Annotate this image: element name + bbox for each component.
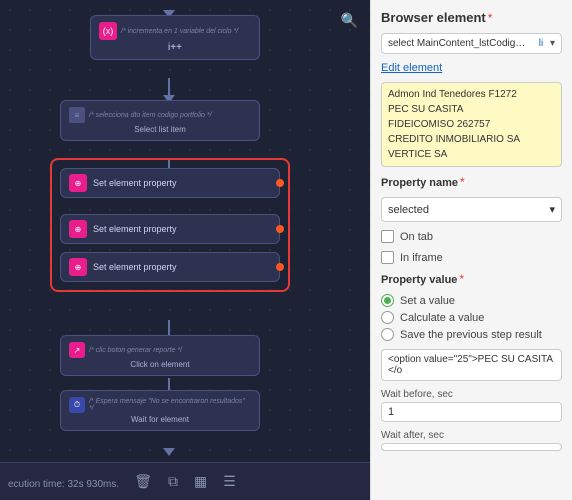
on-tab-checkbox[interactable] <box>381 230 394 243</box>
radio-set-value-btn[interactable] <box>381 294 394 307</box>
radio-calculate[interactable]: Calculate a value <box>381 311 562 324</box>
click-icon: ↗ <box>69 342 85 358</box>
in-iframe-row[interactable]: In iframe <box>381 251 562 264</box>
node-area: 🔍 (x) /* incrementa en 1 variable del ci… <box>0 0 370 462</box>
dot-right-2 <box>276 225 284 233</box>
wait-before-label: Wait before, sec <box>381 389 562 400</box>
set-icon-3: ⊕ <box>69 258 87 276</box>
copy-icon[interactable]: ⧉ <box>168 473 178 490</box>
dot-right-3 <box>276 263 284 271</box>
node-click-element[interactable]: ↗ /* clic boton generar reporte */ Click… <box>60 335 260 376</box>
select-comment: /* selecciona dto item codigo portfolio … <box>89 112 212 119</box>
property-name-label: Property name <box>381 177 458 189</box>
wait-label: Wait for element <box>69 415 251 424</box>
in-iframe-checkbox[interactable] <box>381 251 394 264</box>
wait-after-label: Wait after, sec <box>381 430 562 441</box>
group-icon[interactable]: ▦ <box>194 473 207 490</box>
title-asterisk: * <box>488 11 493 25</box>
in-iframe-label: In iframe <box>400 252 443 264</box>
edit-element-link[interactable]: Edit element <box>381 62 562 74</box>
list-item-0: Admon Ind Tenedores F1272 <box>388 87 555 102</box>
radio-set-value-label: Set a value <box>400 295 455 307</box>
select-list-label: Select list item <box>69 125 251 134</box>
element-select-value: select MainContent_lstCodigo_Port <box>388 38 528 49</box>
node-set-property-3[interactable]: ⊕ Set element property <box>60 252 280 282</box>
increment-code: i++ <box>99 42 251 53</box>
right-panel: Browser element * select MainContent_lst… <box>370 0 572 500</box>
increment-comment: /* incrementa en 1 variable del ciclo */ <box>121 28 238 35</box>
delete-icon[interactable]: 🗑 <box>134 473 152 490</box>
wait-before-input[interactable]: 1 <box>381 402 562 422</box>
increment-icon: (x) <box>99 22 117 40</box>
wait-after-section: Wait after, sec <box>381 430 562 451</box>
property-asterisk: * <box>460 175 465 189</box>
node-increment[interactable]: (x) /* incrementa en 1 variable del cicl… <box>90 15 260 60</box>
radio-set-value[interactable]: Set a value <box>381 294 562 307</box>
execution-time: ecution time: 32s 930ms. <box>8 479 119 490</box>
list-item-4: VERTICE SA <box>388 147 555 162</box>
value-textarea[interactable]: <option value="25">PEC SU CASITA</o <box>381 349 562 381</box>
on-tab-row[interactable]: On tab <box>381 230 562 243</box>
node-set-property-2[interactable]: ⊕ Set element property <box>60 214 280 244</box>
radio-save-prev-btn[interactable] <box>381 328 394 341</box>
property-name-dropdown[interactable]: selected ▾ <box>381 197 562 222</box>
set-prop-1-label: Set element property <box>93 178 177 188</box>
click-comment: /* clic boton generar reporte */ <box>89 347 182 354</box>
on-tab-label: On tab <box>400 231 433 243</box>
wait-icon: ⏱ <box>69 397 85 413</box>
settings-icon[interactable]: ☰ <box>223 473 236 490</box>
search-icon[interactable]: 🔍 <box>341 12 358 29</box>
set-prop-2-label: Set element property <box>93 224 177 234</box>
element-select-row[interactable]: select MainContent_lstCodigo_Port li ▾ <box>381 33 562 54</box>
element-select-suffix: li <box>539 38 543 49</box>
set-icon-1: ⊕ <box>69 174 87 192</box>
property-name-chevron: ▾ <box>549 203 555 216</box>
value-asterisk: * <box>459 272 464 286</box>
set-prop-3-label: Set element property <box>93 262 177 272</box>
radio-calculate-label: Calculate a value <box>400 312 484 324</box>
dot-right-1 <box>276 179 284 187</box>
set-property-group: ⊕ Set element property ⊕ Set element pro… <box>50 158 290 292</box>
node-wait-element[interactable]: ⏱ /* Espera mensaje "No se encontraron r… <box>60 390 260 431</box>
element-list-box: Admon Ind Tenedores F1272 PEC SU CASITA … <box>381 82 562 167</box>
list-icon: ≡ <box>69 107 85 123</box>
click-label: Click on element <box>69 360 251 369</box>
node-select-list[interactable]: ≡ /* selecciona dto item codigo portfoli… <box>60 100 260 141</box>
radio-save-prev-label: Save the previous step result <box>400 329 542 341</box>
wait-before-section: Wait before, sec 1 <box>381 389 562 422</box>
wait-comment: /* Espera mensaje "No se encontraron res… <box>89 398 251 412</box>
radio-calculate-btn[interactable] <box>381 311 394 324</box>
node-set-property-1[interactable]: ⊕ Set element property <box>60 168 280 198</box>
chevron-icon: ▾ <box>550 38 555 49</box>
list-item-3: CREDITO INMOBILIARIO SA <box>388 132 555 147</box>
arrow-bottom <box>163 448 175 456</box>
workflow-canvas: 🔍 (x) /* incrementa en 1 variable del ci… <box>0 0 370 500</box>
list-item-2: FIDEICOMISO 262757 <box>388 117 555 132</box>
wait-after-input[interactable] <box>381 443 562 451</box>
property-name-value: selected <box>388 204 429 216</box>
list-item-1: PEC SU CASITA <box>388 102 555 117</box>
panel-title: Browser element <box>381 10 486 25</box>
set-icon-2: ⊕ <box>69 220 87 238</box>
property-value-label: Property value <box>381 274 457 286</box>
radio-save-prev[interactable]: Save the previous step result <box>381 328 562 341</box>
radio-group: Set a value Calculate a value Save the p… <box>381 294 562 341</box>
